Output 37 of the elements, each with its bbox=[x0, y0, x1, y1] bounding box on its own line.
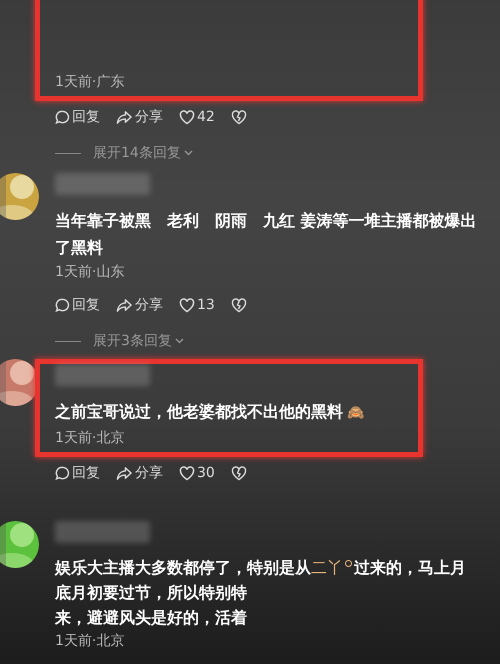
heart-icon bbox=[179, 466, 195, 480]
comment-icon bbox=[55, 110, 70, 124]
comment-text: 来，避避风头是好的，活着 bbox=[55, 607, 248, 629]
reply-button[interactable]: 回复 bbox=[55, 296, 100, 314]
comment-text: 娱乐大主播大多数都停了，特别是从二丫 过来的，马上月 bbox=[55, 557, 467, 579]
share-button[interactable]: 分享 bbox=[116, 296, 163, 314]
heart-icon bbox=[179, 298, 195, 312]
comment-icon bbox=[55, 298, 70, 312]
comment-text: 了黑料 bbox=[55, 237, 104, 259]
broken-heart-icon[interactable] bbox=[230, 466, 247, 480]
comment-icon bbox=[55, 466, 70, 480]
comment-text: 当年靠子被黑 老利 阴雨 九红 姜涛等一堆主播都被爆出 bbox=[55, 210, 478, 232]
share-icon bbox=[116, 466, 133, 480]
comment-time-location: 1天前·北京 bbox=[55, 632, 124, 651]
like-button[interactable]: 30 bbox=[179, 465, 215, 481]
expand-replies-button[interactable]: 展开14条回复 bbox=[93, 144, 193, 162]
expand-replies-button[interactable]: 展开3条回复 bbox=[93, 332, 184, 350]
share-button[interactable]: 分享 bbox=[116, 108, 163, 126]
share-icon bbox=[116, 298, 133, 312]
comment-time-location: 1天前·山东 bbox=[55, 263, 124, 282]
comment-text: 之前宝哥说过，他老婆都找不出他的黑料 🙈 bbox=[55, 401, 365, 423]
comment-time-location: 1天前·广东 bbox=[55, 73, 124, 92]
share-button[interactable]: 分享 bbox=[116, 464, 163, 482]
share-icon bbox=[116, 110, 133, 124]
heart-icon bbox=[179, 110, 195, 124]
chevron-down-icon bbox=[184, 150, 193, 156]
comment-text: 底月初要过节，所以特别特 bbox=[55, 582, 248, 604]
emoji: 🙈 bbox=[347, 405, 364, 421]
broken-heart-icon[interactable] bbox=[230, 110, 247, 124]
comment-time-location: 1天前·北京 bbox=[55, 429, 124, 448]
like-button[interactable]: 42 bbox=[179, 109, 215, 125]
reply-button[interactable]: 回复 bbox=[55, 464, 100, 482]
reply-button[interactable]: 回复 bbox=[55, 108, 100, 126]
like-button[interactable]: 13 bbox=[179, 297, 215, 313]
broken-heart-icon[interactable] bbox=[230, 298, 247, 312]
chevron-down-icon bbox=[174, 338, 184, 344]
topic-link[interactable]: 二丫 bbox=[311, 558, 343, 577]
